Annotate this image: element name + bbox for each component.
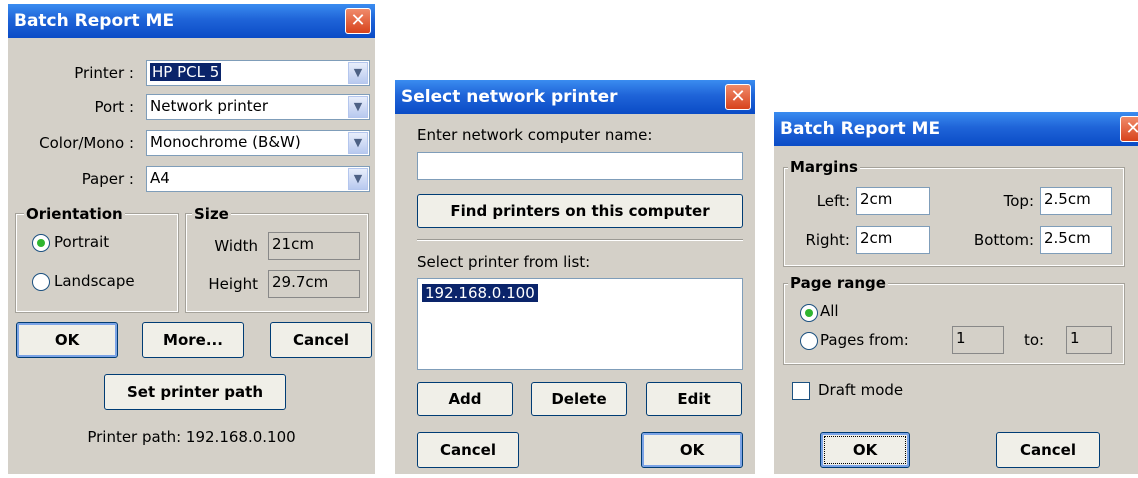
port-label: Port :	[94, 98, 134, 116]
portrait-label: Portrait	[54, 233, 110, 251]
pages-from-label: Pages from:	[820, 331, 909, 349]
ok-button[interactable]: OK	[820, 432, 910, 468]
enter-computer-name-label: Enter network computer name:	[417, 126, 653, 144]
top-margin-input[interactable]: 2.5cm	[1040, 187, 1112, 215]
orientation-title: Orientation	[24, 205, 125, 223]
size-title: Size	[192, 205, 231, 223]
printer-path-text: Printer path: 192.168.0.100	[87, 428, 296, 446]
all-pages-label: All	[820, 302, 839, 320]
add-button[interactable]: Add	[417, 382, 513, 416]
dialog-title: Batch Report ME	[774, 112, 1138, 146]
paper-select[interactable]: A4 ▼	[146, 166, 370, 192]
all-pages-radio[interactable]	[800, 304, 818, 322]
ok-button[interactable]: OK	[641, 432, 743, 468]
printer-list[interactable]: 192.168.0.100	[417, 278, 743, 370]
landscape-radio[interactable]	[32, 273, 50, 291]
left-margin-input[interactable]: 2cm	[856, 187, 930, 215]
width-field: 21cm	[268, 232, 360, 260]
color-mono-label: Color/Mono :	[39, 134, 134, 152]
page-range-title: Page range	[788, 274, 888, 292]
pages-from-radio[interactable]	[800, 332, 818, 350]
cancel-button[interactable]: Cancel	[417, 432, 519, 468]
cancel-button[interactable]: Cancel	[270, 322, 372, 358]
left-margin-label: Left:	[816, 192, 850, 210]
delete-button[interactable]: Delete	[531, 382, 627, 416]
width-label: Width	[214, 237, 258, 255]
close-icon[interactable]: ✕	[1120, 116, 1138, 142]
right-margin-input[interactable]: 2cm	[856, 226, 930, 254]
pages-from-field: 1	[952, 326, 1004, 354]
draft-mode-label: Draft mode	[818, 381, 904, 399]
pages-to-field: 1	[1066, 326, 1112, 354]
chevron-down-icon[interactable]: ▼	[348, 96, 368, 118]
chevron-down-icon[interactable]: ▼	[348, 168, 368, 190]
printer-value: HP PCL 5	[150, 63, 222, 81]
top-margin-label: Top:	[1003, 192, 1034, 210]
port-select[interactable]: Network printer ▼	[146, 94, 370, 120]
dialog-title: Select network printer	[395, 80, 755, 114]
port-value: Network printer	[150, 97, 269, 115]
margins-title: Margins	[788, 158, 860, 176]
draft-mode-checkbox[interactable]	[792, 382, 810, 400]
dialog-title: Batch Report ME	[8, 4, 375, 38]
close-icon[interactable]: ✕	[725, 84, 751, 110]
computer-name-input[interactable]	[417, 152, 743, 180]
landscape-label: Landscape	[54, 272, 135, 290]
close-icon[interactable]: ✕	[345, 8, 371, 34]
batch-report-options-dialog: Batch Report ME ✕ Margins Left: 2cm Top:…	[774, 112, 1138, 474]
paper-label: Paper :	[81, 170, 134, 188]
batch-report-dialog: Batch Report ME ✕ Printer : HP PCL 5 ▼ P…	[8, 4, 375, 474]
more-button[interactable]: More...	[142, 322, 244, 358]
bottom-margin-label: Bottom:	[973, 231, 1034, 249]
find-printers-button[interactable]: Find printers on this computer	[417, 194, 743, 228]
printer-select[interactable]: HP PCL 5 ▼	[146, 60, 370, 86]
ok-button[interactable]: OK	[16, 322, 118, 358]
chevron-down-icon[interactable]: ▼	[348, 132, 368, 154]
list-item[interactable]: 192.168.0.100	[422, 284, 538, 302]
height-label: Height	[208, 275, 258, 293]
color-mono-select[interactable]: Monochrome (B&W) ▼	[146, 130, 370, 156]
height-field: 29.7cm	[268, 270, 360, 298]
cancel-button[interactable]: Cancel	[996, 432, 1100, 468]
orientation-group	[15, 213, 179, 313]
set-printer-path-button[interactable]: Set printer path	[104, 374, 286, 410]
select-network-printer-dialog: Select network printer ✕ Enter network c…	[395, 80, 755, 474]
pages-to-label: to:	[1024, 331, 1045, 349]
chevron-down-icon[interactable]: ▼	[348, 62, 368, 84]
divider	[417, 239, 743, 241]
bottom-margin-input[interactable]: 2.5cm	[1040, 226, 1112, 254]
paper-value: A4	[150, 169, 170, 187]
printer-label: Printer :	[74, 64, 134, 82]
select-printer-label: Select printer from list:	[417, 253, 591, 271]
color-mono-value: Monochrome (B&W)	[150, 133, 301, 151]
right-margin-label: Right:	[805, 231, 850, 249]
edit-button[interactable]: Edit	[646, 382, 742, 416]
portrait-radio[interactable]	[32, 234, 50, 252]
